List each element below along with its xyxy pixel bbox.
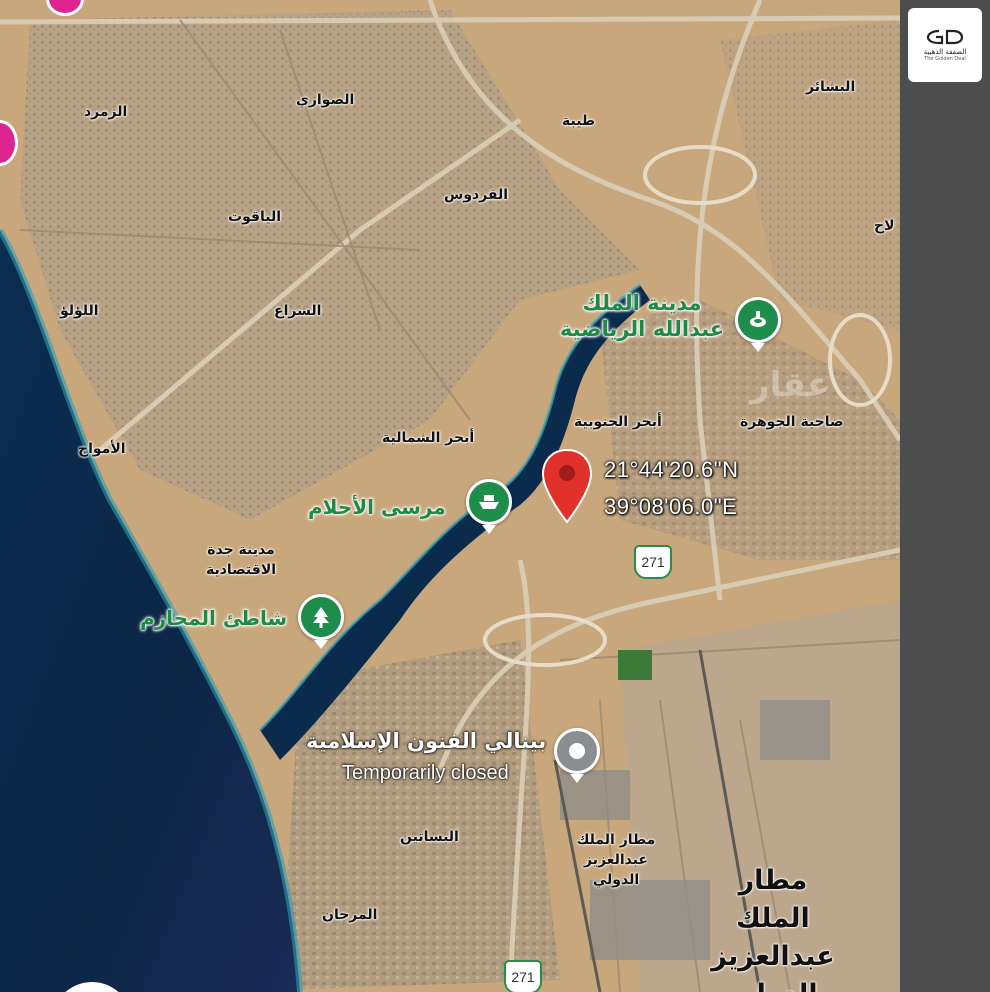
brand-logo[interactable]: الصفقة الذهبية The Golden Deal (908, 8, 982, 82)
logo-arabic: الصفقة الذهبية (923, 48, 967, 56)
poi-tail (482, 525, 496, 534)
district-label: البساتين (400, 829, 459, 845)
logo-english: The Golden Deal (924, 56, 966, 62)
map-view[interactable]: عقار الزمرد الصواري طيبة البشائر الفردوس… (0, 0, 900, 992)
district-label: الزمرد (84, 104, 128, 120)
place-label-marsa[interactable]: مرسى الأحلام (308, 495, 446, 519)
pin-latitude: 21°44'20.6"N (604, 457, 739, 482)
airport-label-big: مطار الملك عبدالعزيز الدولي (711, 865, 835, 992)
district-label: طيبة (562, 113, 596, 129)
poi-tail (751, 343, 765, 352)
boat-icon[interactable] (466, 479, 512, 525)
watermark: عقار (750, 365, 831, 405)
district-label: الشراع (274, 303, 322, 319)
golden-deal-logo-icon (926, 29, 964, 45)
district-label: المرجان (322, 907, 378, 923)
place-status: Temporarily closed (342, 762, 509, 784)
district-label: ضاحية الجوهرة (740, 414, 844, 430)
district-label: الصواري (296, 92, 355, 108)
district-label: لاح (874, 218, 895, 234)
district-label: اللؤلؤ (60, 303, 99, 319)
poi-tail (570, 774, 584, 783)
place-label-hazem-beach[interactable]: شاطئ المحازم (140, 606, 287, 630)
tree-icon[interactable] (298, 594, 344, 640)
side-panel: الصفقة الذهبية The Golden Deal (900, 0, 990, 992)
district-label: البشائر (806, 79, 856, 95)
district-label: أبحر الشمالية (382, 430, 475, 446)
location-pin-icon[interactable] (540, 448, 594, 526)
district-label: الفردوس (444, 187, 509, 203)
place-label-biennale[interactable]: بينالي الفنون الإسلامية (306, 729, 546, 753)
district-label: أبحر الجنوبية (574, 414, 662, 430)
airport-label: مطار الملك عبدالعزيز الدولي (576, 832, 656, 888)
poi-tail (314, 640, 328, 649)
district-label: الياقوت (228, 209, 282, 225)
road-shield: 271 (634, 545, 672, 579)
district-label: مدينة جدة الاقتصادية (205, 542, 277, 578)
district-label: الأمواج (78, 441, 126, 457)
road-shield: 271 (504, 960, 542, 992)
pin-longitude: 39°08'06.0"E (604, 494, 738, 519)
stadium-icon[interactable] (735, 297, 781, 343)
place-label-sports-city[interactable]: مدينة الملك عبدالله الرياضية (552, 290, 732, 342)
gray-place-icon[interactable] (554, 728, 600, 774)
